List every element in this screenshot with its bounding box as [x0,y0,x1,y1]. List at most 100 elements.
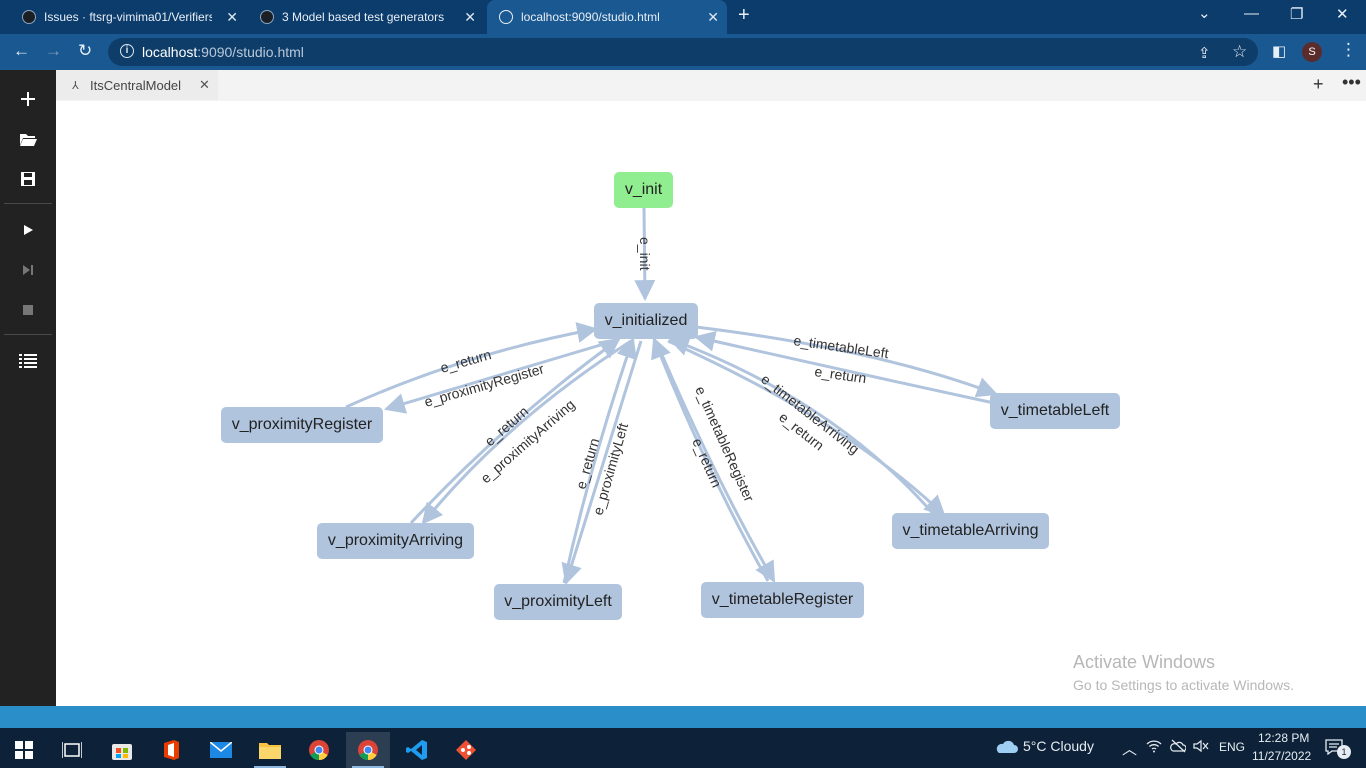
browser-tab-generators[interactable]: 3 Model based test generators · f ✕ [248,0,484,34]
store-icon [112,744,132,760]
studio-sidebar [0,70,56,706]
node-v-timetablearriving[interactable]: v_timetableArriving [892,513,1049,549]
show-hidden-icons[interactable]: ︿ [1122,738,1137,759]
task-view-button[interactable] [50,732,94,768]
node-v-initialized[interactable]: v_initialized [594,303,698,339]
folder-icon [259,743,281,759]
taskbar-store[interactable] [100,732,144,768]
tab-search-icon[interactable]: ⌄ [1198,4,1211,22]
taskbar-gitkraken[interactable] [444,732,488,768]
taskbar-chrome-active[interactable] [346,732,390,768]
sidebar-divider [4,203,52,204]
tab-title: localhost:9090/studio.html [521,10,660,24]
side-panel-icon[interactable]: ◧ [1272,42,1286,60]
open-folder-icon [20,134,37,146]
windows-taskbar: 5°C Cloudy ︿ ENG 12:28 PM 11/27/2022 1 [0,728,1366,768]
node-v-proximityleft[interactable]: v_proximityLeft [494,584,622,620]
model-graph-canvas[interactable]: e_init e_proximityRegister e_return e_pr… [56,101,1366,706]
node-v-timetableleft[interactable]: v_timetableLeft [990,393,1120,429]
speaker-icon [1193,739,1209,753]
office-icon [164,740,179,760]
taskbar-chrome[interactable] [297,732,341,768]
studio-status-bar [0,706,1366,728]
tab-title: Issues · ftsrg-vimima01/Verifiers- [44,10,212,24]
task-view-icon [62,742,82,758]
cloud-sync-icon [1170,739,1187,753]
new-tab-icon[interactable]: + [738,4,750,27]
battery-icon[interactable] [1170,739,1187,756]
add-tab-icon[interactable]: + [1313,74,1324,95]
taskbar-office[interactable] [149,732,193,768]
step-icon [23,265,33,275]
browser-tab-issues[interactable]: Issues · ftsrg-vimima01/Verifiers- ✕ [0,0,246,34]
weather-widget[interactable]: 5°C Cloudy [993,738,1094,754]
forward-icon[interactable]: → [45,41,62,61]
save-icon [21,172,35,186]
taskbar-mail[interactable] [199,732,243,768]
language-indicator[interactable]: ENG [1219,740,1245,754]
github-icon [22,10,36,24]
browser-menu-icon[interactable]: ⋮ [1340,40,1357,60]
wifi-icon [1146,740,1162,753]
tab-itscentralmodel[interactable]: ⅄ ItsCentralModel ✕ [56,70,218,101]
volume-muted-icon[interactable] [1193,739,1209,756]
play-icon [24,225,33,235]
vscode-icon [406,740,427,760]
edge-label-e-return: e_return [438,346,493,376]
more-options-icon[interactable]: ••• [1342,72,1361,93]
node-v-proximityregister[interactable]: v_proximityRegister [221,407,383,443]
node-v-init[interactable]: v_init [614,172,673,208]
edge-e-timetableleft [695,325,998,398]
bookmark-star-icon[interactable]: ☆ [1232,42,1247,62]
cloud-icon [996,740,1018,753]
browser-tab-studio[interactable]: localhost:9090/studio.html ✕ [487,0,727,34]
activation-watermark-title: Activate Windows [1073,652,1216,672]
browser-tab-strip: Issues · ftsrg-vimima01/Verifiers- ✕ 3 M… [0,0,1366,34]
close-icon[interactable]: ✕ [199,77,210,93]
run-button[interactable] [16,218,40,242]
node-v-proximityarriving[interactable]: v_proximityArriving [317,523,474,559]
network-icon[interactable] [1146,739,1162,756]
address-bar[interactable]: i localhost:9090/studio.html ⇪ ☆ [108,38,1258,66]
step-button[interactable] [16,258,40,282]
notification-count: 1 [1337,745,1351,759]
open-button[interactable] [16,127,40,151]
mail-icon [210,742,232,758]
stop-icon [23,305,33,315]
weather-text: 5°C Cloudy [1023,738,1094,754]
windows-logo-icon [15,741,33,759]
taskbar-vscode[interactable] [395,732,439,768]
activation-watermark-subtitle: Go to Settings to activate Windows. [1073,677,1294,693]
clock-date[interactable]: 11/27/2022 [1252,749,1311,763]
close-icon[interactable]: ✕ [707,9,719,26]
browser-toolbar: ← → ↻ i localhost:9090/studio.html ⇪ ☆ ◧… [0,34,1366,70]
site-info-icon[interactable]: i [120,44,134,58]
start-button[interactable] [2,732,46,768]
github-icon [260,10,274,24]
share-icon[interactable]: ⇪ [1198,44,1211,62]
url-text: localhost:9090/studio.html [142,44,304,60]
clock-time[interactable]: 12:28 PM [1258,731,1309,745]
editor-tab-bar: ⅄ ItsCentralModel ✕ + ••• [56,70,1366,101]
taskbar-file-explorer[interactable] [248,732,292,768]
edge-label-e-return: e_return [814,363,868,386]
profile-avatar[interactable]: S [1302,42,1322,62]
stop-button[interactable] [16,298,40,322]
reload-icon[interactable]: ↻ [78,41,92,61]
add-model-button[interactable] [16,87,40,111]
chrome-icon [358,740,378,761]
minimize-icon[interactable]: — [1244,5,1259,22]
notifications-button[interactable]: 1 [1325,739,1351,759]
node-v-timetableregister[interactable]: v_timetableRegister [701,582,864,618]
statistics-button[interactable] [16,349,40,373]
close-window-icon[interactable]: ✕ [1336,5,1349,23]
list-icon [19,354,37,368]
close-icon[interactable]: ✕ [464,9,476,26]
back-icon[interactable]: ← [13,41,30,61]
chrome-icon [309,740,329,761]
tab-title: 3 Model based test generators · f [282,10,447,24]
restore-icon[interactable]: ❐ [1290,5,1303,23]
globe-icon [499,10,513,24]
close-icon[interactable]: ✕ [226,9,238,26]
save-button[interactable] [16,167,40,191]
